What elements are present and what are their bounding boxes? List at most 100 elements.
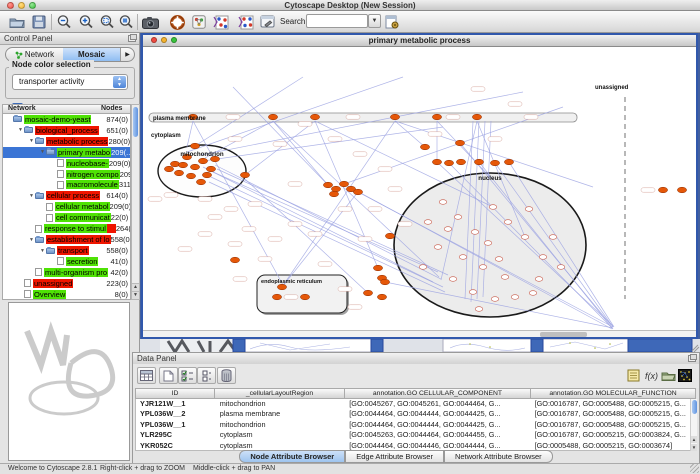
snapshot-camera-icon[interactable] <box>141 13 159 31</box>
tree-row[interactable]: Overview8(0) <box>3 289 130 300</box>
column-header[interactable]: annotation.GO MOLECULAR_FUNCTION <box>531 388 696 399</box>
network-node-selected[interactable] <box>504 159 513 165</box>
network-node-selected[interactable] <box>206 166 215 172</box>
tree-row[interactable]: macromolecule311(0) <box>3 180 130 191</box>
tree-row[interactable]: cell communicat22(0) <box>3 212 130 223</box>
network-node[interactable] <box>535 277 543 282</box>
tree-row[interactable]: mosaic-demo-yeast874(0) <box>3 114 130 125</box>
network-node[interactable] <box>529 291 537 296</box>
network-node-selected[interactable] <box>658 187 667 193</box>
canvas-hscrollbar-thumb[interactable] <box>540 332 587 337</box>
network-node[interactable] <box>539 255 547 260</box>
tree-row[interactable]: ▼metabolic process280(0) <box>3 136 130 147</box>
network-node-selected[interactable] <box>196 179 205 185</box>
network-node[interactable] <box>424 220 432 225</box>
column-header[interactable]: annotation.GO CELLULAR_COMPONENT <box>345 388 531 399</box>
annotation-icon[interactable] <box>258 13 276 31</box>
network-node-selected[interactable] <box>444 160 453 166</box>
network-node-selected[interactable] <box>164 166 173 172</box>
tree-row[interactable]: nucleobase-209(0) <box>3 158 130 169</box>
tab-network-attribute-browser[interactable]: Network Attribute Browser <box>444 450 553 463</box>
network-node-selected[interactable] <box>472 114 481 120</box>
delete-attribute-icon[interactable] <box>217 367 236 384</box>
destroy-network-icon[interactable] <box>190 13 208 31</box>
expand-triangle-icon[interactable]: ▼ <box>39 248 46 254</box>
expand-triangle-icon[interactable]: ▼ <box>17 127 24 133</box>
network-node-selected[interactable] <box>390 114 399 120</box>
table-row[interactable]: YPL036W__2plasma membrane[GO:0044464, GO… <box>136 409 695 419</box>
table-scrollbar-thumb[interactable] <box>692 400 697 414</box>
table-scrollbar[interactable]: ▲ ▼ <box>690 399 697 451</box>
zoom-fit-icon[interactable] <box>117 13 135 31</box>
network-node-selected[interactable] <box>353 189 362 195</box>
network-node-selected[interactable] <box>300 294 309 300</box>
layout-a-icon[interactable] <box>211 13 229 31</box>
network-node-selected[interactable] <box>456 159 465 165</box>
birds-eye-view[interactable] <box>8 302 130 461</box>
network-node-selected[interactable] <box>230 257 239 263</box>
network-node[interactable] <box>495 257 503 262</box>
zoom-in-icon[interactable] <box>77 13 95 31</box>
expand-triangle-icon[interactable]: ▼ <box>28 237 35 243</box>
expand-triangle-icon[interactable]: ▼ <box>28 138 35 144</box>
attribute-batch-editor-icon[interactable] <box>625 368 641 383</box>
network-node[interactable] <box>557 265 565 270</box>
table-scroll-up[interactable]: ▲ <box>691 436 697 443</box>
table-row[interactable]: YLR295Ccytoplasm[GO:0045263, GO:0044464,… <box>136 430 695 440</box>
network-node-selected[interactable] <box>432 159 441 165</box>
canvas-hscrollbar[interactable] <box>143 330 696 337</box>
network-node-selected[interactable] <box>339 181 348 187</box>
resize-grip[interactable] <box>690 464 699 473</box>
tree-row[interactable]: ▼transport558(0) <box>3 245 130 256</box>
zoom-selected-icon[interactable] <box>98 13 116 31</box>
tree-scrollbar[interactable]: ▲ ▼ <box>131 104 140 300</box>
network-node-selected[interactable] <box>178 162 187 168</box>
network-node-selected[interactable] <box>490 160 499 166</box>
network-node-selected[interactable] <box>170 161 179 167</box>
attribute-table[interactable]: YJR121W__1mitochondrion[GO:0045267, GO:0… <box>135 399 696 451</box>
network-node[interactable] <box>489 205 497 210</box>
table-row[interactable]: YJR121W__1mitochondrion[GO:0045267, GO:0… <box>136 399 695 409</box>
network-node[interactable] <box>501 275 509 280</box>
layout-b-icon[interactable] <box>236 13 254 31</box>
tree-header[interactable]: Network Nodes <box>2 104 131 114</box>
network-node-selected[interactable] <box>373 265 382 271</box>
float-panel-icon[interactable] <box>128 35 136 42</box>
network-node-selected[interactable] <box>174 170 183 176</box>
network-node[interactable] <box>521 235 529 240</box>
network-node-selected[interactable] <box>380 279 389 285</box>
network-node-selected[interactable] <box>329 191 338 197</box>
tree-row[interactable]: unassigned223(0) <box>3 278 130 289</box>
table-scroll-down[interactable]: ▼ <box>691 444 697 451</box>
network-node-selected[interactable] <box>272 294 281 300</box>
network-window-titlebar[interactable]: primary metabolic process <box>143 35 696 47</box>
search-options-icon[interactable] <box>383 13 401 31</box>
network-canvas[interactable]: plasma membranecytoplasmmitochondrionnuc… <box>143 47 696 330</box>
network-node[interactable] <box>479 265 487 270</box>
network-node[interactable] <box>484 241 492 246</box>
network-node[interactable] <box>475 307 483 312</box>
network-node-selected[interactable] <box>455 140 464 146</box>
network-node-selected[interactable] <box>186 173 195 179</box>
import-attributes-icon[interactable] <box>660 368 676 383</box>
network-node[interactable] <box>434 245 442 250</box>
network-node[interactable] <box>439 200 447 205</box>
network-node[interactable] <box>504 220 512 225</box>
help-lifesaver-icon[interactable] <box>168 13 186 31</box>
tab-overflow-arrow[interactable]: ▶ <box>120 48 134 61</box>
network-node[interactable] <box>469 290 477 295</box>
open-file-icon[interactable] <box>8 13 26 31</box>
zoom-out-icon[interactable] <box>55 13 73 31</box>
network-node[interactable] <box>549 235 557 240</box>
tree-row[interactable]: ▼biological_process651(0) <box>3 125 130 136</box>
table-row[interactable]: YPL036W__1mitochondrion[GO:0044464, GO:0… <box>136 420 695 430</box>
save-session-icon[interactable] <box>30 13 48 31</box>
expand-triangle-icon[interactable]: ▼ <box>39 149 46 155</box>
network-node[interactable] <box>491 297 499 302</box>
tree-row[interactable]: ▼cellular process614(0) <box>3 190 130 201</box>
network-node-selected[interactable] <box>323 182 332 188</box>
network-node-selected[interactable] <box>363 290 372 296</box>
create-attribute-icon[interactable] <box>159 367 178 384</box>
function-builder-icon[interactable]: f(x) <box>643 368 659 383</box>
scroll-up-arrow[interactable]: ▲ <box>132 283 139 291</box>
